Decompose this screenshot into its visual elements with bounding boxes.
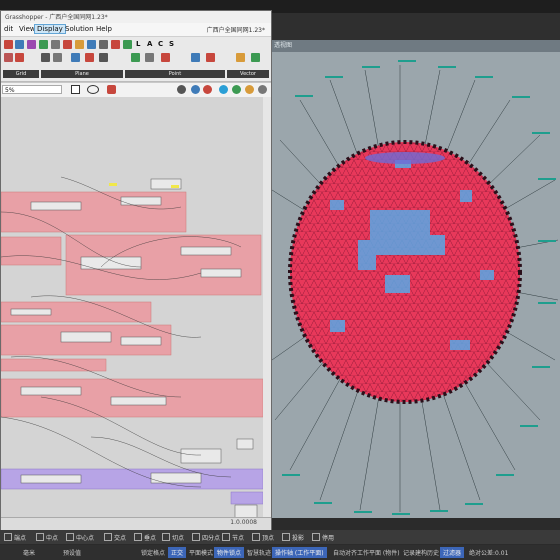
preview-green-icon[interactable]: [232, 85, 241, 94]
component-group: [1, 358, 107, 372]
ribbon-letter-a[interactable]: A: [147, 40, 152, 48]
smarttrack-button[interactable]: 智慧轨迹: [244, 547, 274, 558]
component-icon[interactable]: [99, 40, 108, 49]
rhino-toolbar-area: [270, 13, 560, 40]
component-icon[interactable]: [71, 53, 80, 62]
snap-quadrant[interactable]: 四分点: [192, 533, 220, 542]
component-icon[interactable]: [111, 40, 120, 49]
ribbon-group-grid[interactable]: Grid: [3, 70, 39, 78]
component-group: [1, 236, 62, 266]
component-icon[interactable]: [15, 53, 24, 62]
component-icon[interactable]: [123, 40, 132, 49]
snap-tangent[interactable]: 切点: [162, 533, 184, 542]
filter-button[interactable]: 过滤器: [440, 547, 465, 558]
canvas-toolbar: 5%: [1, 83, 271, 98]
sketch-pen-icon[interactable]: [107, 85, 116, 94]
ribbon-group-point[interactable]: Point: [125, 70, 225, 78]
autocplane-button[interactable]: 自动对齐工作平面 (物件): [330, 547, 403, 558]
component-ribbon: L A C S Grid Plane Point Vector: [1, 37, 271, 82]
component-icon[interactable]: [236, 53, 245, 62]
rhino-statusbar: 毫米 预设值 锁定格点 正交 平面模式 物件锁点 智慧轨迹 操作轴 (工作平面)…: [0, 545, 560, 560]
canvas-scrollbar[interactable]: [263, 97, 271, 517]
preview-shaded-icon[interactable]: [191, 85, 200, 94]
gh-menubar: dit View Display Solution Help 广西户全国同网1.…: [1, 23, 271, 37]
ortho-button[interactable]: 正交: [168, 547, 187, 558]
snap-vertex[interactable]: 顶点: [252, 533, 274, 542]
ribbon-letter-c[interactable]: C: [158, 40, 163, 48]
osnap-button[interactable]: 物件锁点: [214, 547, 245, 558]
gh-statusbar: 1.0.0008: [1, 517, 271, 530]
snap-intersection[interactable]: 交点: [104, 533, 126, 542]
grasshopper-window: Grasshopper - 广西户全国同网1.23* dit View Disp…: [0, 10, 272, 530]
component-icon[interactable]: [99, 53, 108, 62]
component-icon[interactable]: [53, 53, 62, 62]
preview-mesh-icon[interactable]: [219, 85, 228, 94]
snap-disable[interactable]: 停用: [312, 533, 334, 542]
layer-label[interactable]: 预设值: [60, 547, 84, 558]
component-icon[interactable]: [161, 53, 170, 62]
planar-button[interactable]: 平面模式: [186, 547, 216, 558]
menu-edit[interactable]: dit: [2, 25, 15, 33]
window-title: Grasshopper - 广西户全国同网1.23*: [5, 14, 108, 21]
gh-titlebar[interactable]: Grasshopper - 广西户全国同网1.23*: [1, 11, 271, 23]
dome-model-render: [271, 60, 559, 515]
preview-orange-icon[interactable]: [245, 85, 254, 94]
component-icon[interactable]: [27, 40, 36, 49]
snap-knot[interactable]: 节点: [222, 533, 244, 542]
unit-label: 毫米: [23, 550, 36, 557]
ribbon-group-plane[interactable]: Plane: [41, 70, 123, 78]
gh-canvas[interactable]: [1, 97, 271, 517]
component-icon[interactable]: [15, 40, 24, 49]
snap-mid[interactable]: 中点: [36, 533, 58, 542]
snap-end[interactable]: 端点: [4, 533, 26, 542]
component-icon[interactable]: [39, 40, 48, 49]
zoom-extents-icon[interactable]: [71, 85, 80, 94]
component-icon[interactable]: [51, 40, 60, 49]
component-icon[interactable]: [63, 40, 72, 49]
component-group: [230, 491, 263, 505]
snap-perpendicular[interactable]: 垂点: [134, 533, 156, 542]
document-name: 广西户全国同网1.23*: [206, 27, 265, 34]
grid-snap-button[interactable]: 锁定格点: [138, 547, 168, 558]
component-icon[interactable]: [41, 53, 50, 62]
preview-selected-icon[interactable]: [203, 85, 212, 94]
viewport-label: 透视图: [274, 42, 293, 49]
component-icon[interactable]: [85, 53, 94, 62]
component-icon[interactable]: [131, 53, 140, 62]
component-icon[interactable]: [4, 53, 13, 62]
snap-project[interactable]: 投影: [282, 533, 304, 542]
component-icon[interactable]: [206, 53, 215, 62]
rhino-viewport[interactable]: [270, 40, 560, 518]
definition-graph: [1, 176, 263, 517]
ribbon-letter-s[interactable]: S: [169, 40, 174, 48]
osnap-bar: 端点 中点 中心点 交点 垂点 切点 四分点 节点 顶点 投影 停用: [0, 530, 560, 544]
component-icon[interactable]: [4, 40, 13, 49]
preview-gray-icon[interactable]: [258, 85, 267, 94]
component-icon[interactable]: [145, 53, 154, 62]
preview-eye-icon[interactable]: [87, 85, 99, 94]
viewport-title-bar[interactable]: 透视图: [270, 40, 560, 52]
tolerance-label: 绝对公差:0.01: [469, 550, 509, 557]
component-icon[interactable]: [251, 53, 260, 62]
menu-help[interactable]: Help: [94, 25, 114, 33]
component-icon[interactable]: [75, 40, 84, 49]
menu-solution[interactable]: Solution: [63, 25, 96, 33]
ribbon-group-vector[interactable]: Vector: [227, 70, 269, 78]
component-icon[interactable]: [87, 40, 96, 49]
preview-mode-icon[interactable]: [177, 85, 186, 94]
menu-display[interactable]: Display: [34, 24, 66, 34]
component-icon[interactable]: [191, 53, 200, 62]
gumball-button[interactable]: 操作轴 (工作平面): [272, 547, 327, 558]
ribbon-letter-l[interactable]: L: [136, 40, 140, 48]
zoom-field[interactable]: 5%: [2, 85, 62, 94]
snap-center[interactable]: 中心点: [66, 533, 94, 542]
status-value: 1.0.0008: [230, 519, 257, 526]
history-button[interactable]: 记录建构历史: [400, 547, 442, 558]
